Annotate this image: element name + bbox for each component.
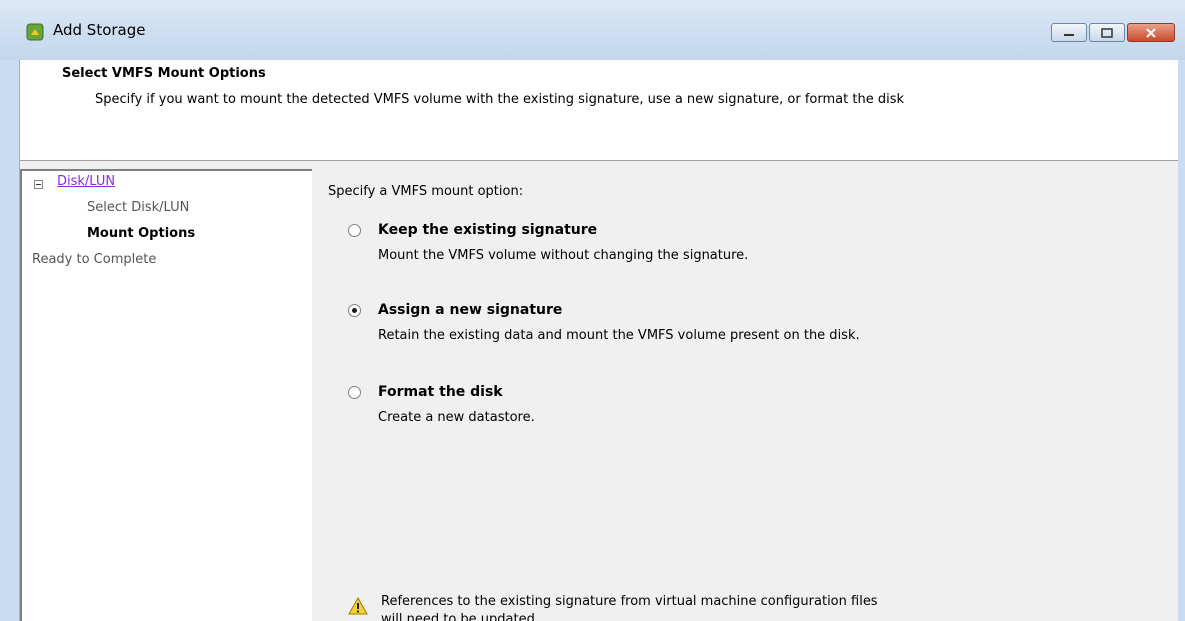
page-subtitle: Specify if you want to mount the detecte… [95,92,904,107]
mount-options-content: Specify a VMFS mount option: Keep the ex… [312,161,1178,621]
warning-message: References to the existing signature fro… [381,594,878,621]
maximize-icon [1101,27,1113,38]
nav-item-mount-options[interactable]: Mount Options [87,226,195,241]
nav-item-select-disk-lun[interactable]: Select Disk/LUN [87,200,189,215]
nav-item-ready-to-complete: Ready to Complete [32,252,157,267]
mount-option-prompt: Specify a VMFS mount option: [328,184,524,199]
minimize-icon [1064,33,1074,36]
assign-new-signature-label[interactable]: Assign a new signature [378,302,562,318]
page-title: Select VMFS Mount Options [62,66,266,81]
wizard-steps-panel: Disk/LUN Select Disk/LUN Mount Options R… [20,169,312,621]
format-disk-label[interactable]: Format the disk [378,384,503,400]
minimize-button[interactable] [1051,23,1087,42]
maximize-button[interactable] [1089,23,1125,42]
wizard-client: Select VMFS Mount Options Specify if you… [19,60,1178,621]
close-icon [1146,27,1156,38]
add-storage-icon [26,23,44,41]
assign-new-signature-description: Retain the existing data and mount the V… [378,328,860,343]
keep-signature-description: Mount the VMFS volume without changing t… [378,248,749,263]
title-bar[interactable]: Add Storage [0,0,1185,60]
close-button[interactable] [1127,23,1175,42]
format-disk-description: Create a new datastore. [378,410,535,425]
add-storage-window: Add Storage Select VMFS Mount Options Sp… [0,0,1185,621]
assign-new-signature-radio[interactable] [348,304,361,317]
keep-signature-label[interactable]: Keep the existing signature [378,222,597,238]
wizard-header: Select VMFS Mount Options Specify if you… [20,60,1178,161]
window-title: Add Storage [53,21,146,39]
nav-group-disk-lun[interactable]: Disk/LUN [57,174,115,189]
collapse-toggle-icon[interactable] [34,180,43,189]
keep-signature-radio[interactable] [348,224,361,237]
warning-icon [348,597,368,615]
wizard-body: Disk/LUN Select Disk/LUN Mount Options R… [20,161,1178,621]
format-disk-radio[interactable] [348,386,361,399]
